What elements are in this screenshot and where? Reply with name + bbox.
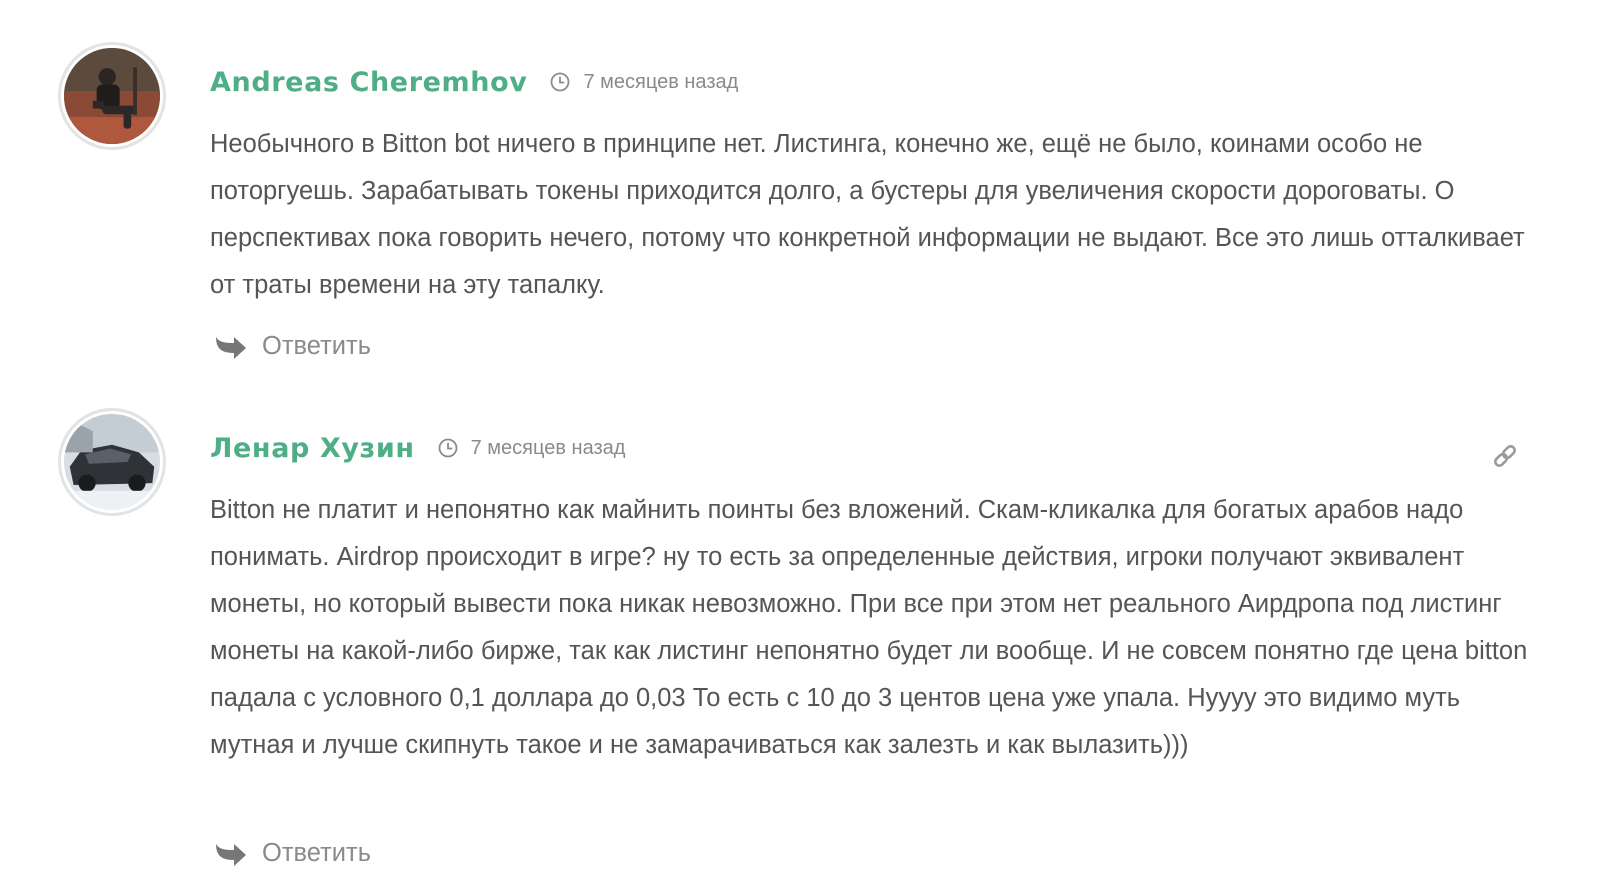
comment-time: 7 месяцев назад — [470, 436, 626, 459]
author-name[interactable]: Andreas Cheremhov — [210, 67, 527, 98]
comment-meta: Ленар Хузин 7 месяцев назад — [210, 428, 625, 468]
avatar — [58, 408, 166, 516]
avatar-photo — [64, 48, 160, 144]
avatar-photo — [64, 414, 160, 510]
reply-button[interactable]: Ответить — [214, 833, 371, 873]
reply-label: Ответить — [262, 838, 371, 867]
comment-text: Необычного в Bitton bot ничего в принцип… — [210, 130, 1525, 299]
comment-meta: Andreas Cheremhov 7 месяцев назад — [210, 62, 738, 102]
reply-button[interactable]: Ответить — [214, 326, 371, 366]
reply-label: Ответить — [262, 331, 371, 360]
comment-time: 7 месяцев назад — [583, 70, 739, 93]
author-name[interactable]: Ленар Хузин — [210, 433, 415, 464]
clock-icon — [437, 437, 459, 459]
reply-arrow-icon — [216, 844, 246, 866]
reply-arrow-icon — [216, 337, 246, 359]
comment-text: Bitton не платит и непонятно как майнить… — [210, 496, 1528, 759]
avatar — [58, 42, 166, 150]
clock-icon — [549, 71, 571, 93]
link-icon[interactable] — [1490, 441, 1520, 471]
